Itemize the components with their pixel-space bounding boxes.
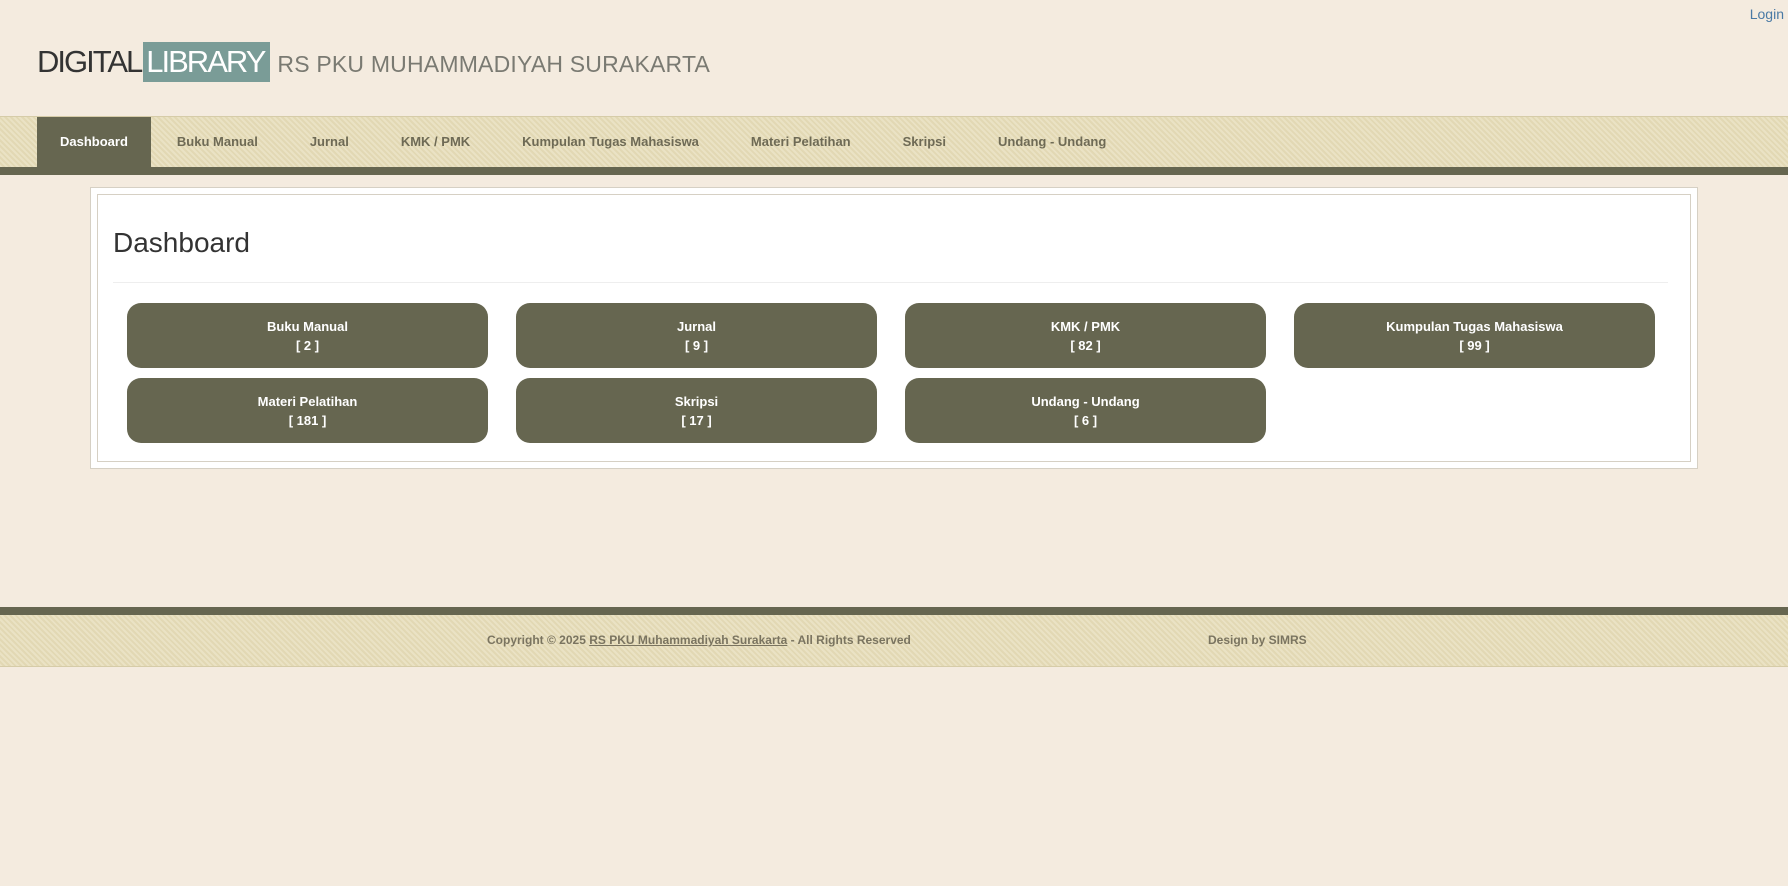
main-nav: Dashboard Buku Manual Jurnal KMK / PMK K… (0, 116, 1788, 175)
tile-kmk-pmk[interactable]: KMK / PMK [ 82 ] (905, 303, 1266, 368)
tile-count: [ 181 ] (288, 412, 327, 428)
category-tiles: Buku Manual [ 2 ] Jurnal [ 9 ] KMK / PMK… (127, 303, 1655, 443)
tile-count: [ 2 ] (295, 337, 320, 353)
tile-count: [ 6 ] (1073, 412, 1098, 428)
title-divider (113, 282, 1668, 283)
nav-item-kmk-pmk[interactable]: KMK / PMK (375, 117, 496, 167)
page-title: Dashboard (113, 227, 250, 258)
nav-item-kumpulan-tugas-mahasiswa[interactable]: Kumpulan Tugas Mahasiswa (496, 117, 725, 167)
tile-skripsi[interactable]: Skripsi [ 17 ] (516, 378, 877, 443)
nav-item-dashboard[interactable]: Dashboard (37, 117, 151, 167)
design-credit: Design by SIMRS (1208, 633, 1307, 647)
tile-label: Undang - Undang (1031, 393, 1140, 409)
tile-label: Skripsi (674, 393, 719, 409)
login-link[interactable]: Login (1750, 6, 1784, 22)
tile-kumpulan-tugas-mahasiswa[interactable]: Kumpulan Tugas Mahasiswa [ 99 ] (1294, 303, 1655, 368)
tile-count: [ 82 ] (1070, 337, 1101, 353)
tile-jurnal[interactable]: Jurnal [ 9 ] (516, 303, 877, 368)
dashboard-panel: Dashboard Buku Manual [ 2 ] Jurnal [ 9 ]… (90, 187, 1698, 469)
site-header: DIGITAL LIBRARY RS PKU MUHAMMADIYAH SURAK… (37, 42, 710, 82)
logo-digital: DIGITAL (37, 44, 143, 79)
tile-count: [ 17 ] (681, 412, 712, 428)
nav-item-buku-manual[interactable]: Buku Manual (151, 117, 284, 167)
tile-buku-manual[interactable]: Buku Manual [ 2 ] (127, 303, 488, 368)
tile-count: [ 9 ] (684, 337, 709, 353)
copyright-text: Copyright © 2025 RS PKU Muhammadiyah Sur… (487, 633, 911, 647)
copyright-suffix: - All Rights Reserved (790, 633, 911, 647)
tile-label: KMK / PMK (1050, 318, 1121, 334)
copyright-prefix: Copyright © 2025 (487, 633, 586, 647)
tile-label: Materi Pelatihan (257, 393, 358, 409)
dashboard-panel-inner: Dashboard Buku Manual [ 2 ] Jurnal [ 9 ]… (97, 194, 1691, 462)
site-footer: Copyright © 2025 RS PKU Muhammadiyah Sur… (0, 607, 1788, 667)
nav-item-jurnal[interactable]: Jurnal (284, 117, 375, 167)
tile-materi-pelatihan[interactable]: Materi Pelatihan [ 181 ] (127, 378, 488, 443)
tile-label: Kumpulan Tugas Mahasiswa (1386, 318, 1563, 334)
logo-library: LIBRARY (143, 42, 271, 82)
nav-item-materi-pelatihan[interactable]: Materi Pelatihan (725, 117, 877, 167)
tile-label: Buku Manual (267, 318, 348, 334)
copyright-org-link[interactable]: RS PKU Muhammadiyah Surakarta (589, 633, 787, 647)
tile-undang-undang[interactable]: Undang - Undang [ 6 ] (905, 378, 1266, 443)
nav-item-skripsi[interactable]: Skripsi (877, 117, 972, 167)
tile-label: Jurnal (676, 318, 716, 334)
nav-item-undang-undang[interactable]: Undang - Undang (972, 117, 1132, 167)
tile-count: [ 99 ] (1459, 337, 1490, 353)
org-name: RS PKU MUHAMMADIYAH SURAKARTA (277, 50, 711, 77)
